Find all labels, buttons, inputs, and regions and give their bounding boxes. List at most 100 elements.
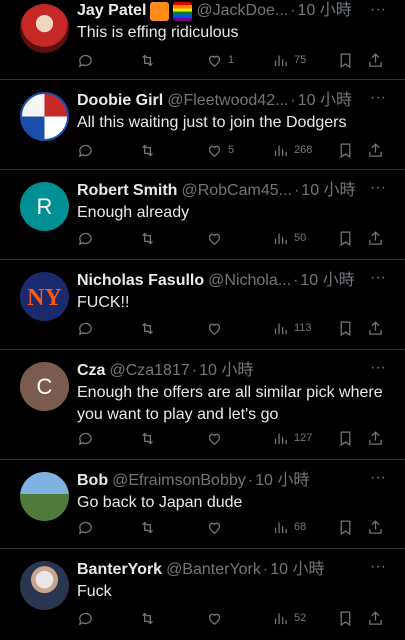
retweet-button[interactable] <box>139 318 156 338</box>
timestamp[interactable]: 10 小時 <box>270 559 324 581</box>
like-button[interactable] <box>206 228 228 248</box>
avatar[interactable] <box>20 561 69 610</box>
like-button[interactable] <box>206 517 228 537</box>
bookmark-button[interactable] <box>337 50 354 70</box>
tweet[interactable]: R Robert Smith @RobCam45... · 10 小時 ··· … <box>0 170 405 260</box>
timestamp[interactable]: 10 小時 <box>298 90 352 112</box>
display-name[interactable]: BanterYork <box>77 559 162 581</box>
timestamp[interactable]: 10 小時 <box>300 270 354 292</box>
bookmark-button[interactable] <box>337 428 354 448</box>
like-button[interactable] <box>206 608 228 628</box>
share-button[interactable] <box>367 428 384 448</box>
share-button[interactable] <box>367 228 384 248</box>
reply-button[interactable] <box>77 517 94 537</box>
bookmark-button[interactable] <box>337 228 354 248</box>
share-button[interactable] <box>367 318 384 338</box>
user-handle[interactable]: @JackDoe... <box>196 0 288 22</box>
avatar[interactable] <box>20 472 69 521</box>
view-count: 75 <box>294 54 307 66</box>
user-handle[interactable]: @BanterYork <box>166 559 261 581</box>
tweet-text: Enough already <box>77 204 190 221</box>
bookmark-button[interactable] <box>337 140 354 160</box>
share-button[interactable] <box>367 517 384 537</box>
tweet[interactable]: NY Nicholas Fasullo @Nichola... · 10 小時 … <box>0 260 405 350</box>
retweet-button[interactable] <box>139 428 156 448</box>
views-chart-icon <box>274 433 287 444</box>
tweet[interactable]: Doobie Girl @Fleetwood42... · 10 小時 ··· … <box>0 80 405 170</box>
retweet-icon <box>142 432 153 444</box>
more-options-icon[interactable]: ··· <box>369 559 387 581</box>
reply-button[interactable] <box>77 140 94 160</box>
bookmark-icon <box>340 320 351 336</box>
timestamp[interactable]: 10 小時 <box>298 0 352 22</box>
retweet-button[interactable] <box>139 228 156 248</box>
user-handle[interactable]: @Fleetwood42... <box>167 90 288 112</box>
reply-button[interactable] <box>77 50 94 70</box>
reply-button[interactable] <box>77 318 94 338</box>
bookmark-button[interactable] <box>337 318 354 338</box>
reply-button[interactable] <box>77 228 94 248</box>
user-handle[interactable]: @Nichola... <box>208 270 291 292</box>
heart-icon <box>208 145 221 157</box>
reply-button[interactable] <box>77 608 94 628</box>
share-icon <box>369 142 382 157</box>
views-button[interactable]: 52 <box>272 608 306 628</box>
more-options-icon[interactable]: ··· <box>369 360 387 382</box>
timestamp[interactable]: 10 小時 <box>301 180 355 202</box>
share-button[interactable] <box>367 608 384 628</box>
like-button[interactable]: 5 <box>206 140 234 160</box>
views-button[interactable]: 113 <box>272 318 312 338</box>
tweet[interactable]: BanterYork @BanterYork · 10 小時 ··· Fuck … <box>0 549 405 640</box>
user-handle[interactable]: @RobCam45... <box>181 180 292 202</box>
timestamp[interactable]: 10 小時 <box>255 470 309 492</box>
separator-dot: · <box>290 92 296 109</box>
avatar[interactable] <box>20 4 69 53</box>
avatar[interactable]: NY <box>20 272 69 321</box>
views-chart-icon <box>274 323 287 334</box>
like-button[interactable] <box>206 428 228 448</box>
like-button[interactable] <box>206 318 228 338</box>
like-button[interactable]: 1 <box>206 50 234 70</box>
bookmark-button[interactable] <box>337 608 354 628</box>
bookmark-icon <box>340 430 351 446</box>
view-count: 113 <box>294 322 312 334</box>
retweet-button[interactable] <box>139 50 156 70</box>
retweet-button[interactable] <box>139 140 156 160</box>
share-button[interactable] <box>367 50 384 70</box>
views-button[interactable]: 268 <box>272 140 312 160</box>
user-handle[interactable]: @EfraimsonBobby <box>112 470 246 492</box>
display-name[interactable]: Doobie Girl <box>77 90 163 112</box>
more-options-icon[interactable]: ··· <box>369 180 387 202</box>
more-options-icon[interactable]: ··· <box>369 470 387 492</box>
like-count: 5 <box>228 144 235 156</box>
more-options-icon[interactable]: ··· <box>369 2 387 24</box>
avatar[interactable]: R <box>20 182 69 231</box>
share-button[interactable] <box>367 140 384 160</box>
tweet[interactable]: Bob @EfraimsonBobby · 10 小時 ··· Go back … <box>0 460 405 549</box>
display-name[interactable]: Nicholas Fasullo <box>77 270 204 292</box>
separator-dot: · <box>247 472 254 489</box>
more-options-icon[interactable]: ··· <box>369 270 387 292</box>
retweet-button[interactable] <box>139 608 156 628</box>
user-handle[interactable]: @Cza1817 <box>109 360 189 382</box>
views-button[interactable]: 50 <box>272 228 306 248</box>
timestamp[interactable]: 10 小時 <box>199 360 253 382</box>
avatar[interactable]: C <box>20 362 69 411</box>
reply-button[interactable] <box>77 428 94 448</box>
tweet[interactable]: Jay Patel @JackDoe... · 10 小時 ··· This i… <box>0 0 405 80</box>
tweet-actions: 113 <box>77 318 385 338</box>
heart-icon <box>208 233 221 245</box>
display-name[interactable]: Jay Patel <box>77 0 146 22</box>
tweet[interactable]: C Cza @Cza1817 · 10 小時 ··· Enough the of… <box>0 350 405 460</box>
display-name[interactable]: Robert Smith <box>77 180 177 202</box>
tweet-text: Go back to Japan dude <box>77 494 243 511</box>
bookmark-button[interactable] <box>337 517 354 537</box>
display-name[interactable]: Bob <box>77 470 108 492</box>
views-button[interactable]: 68 <box>272 517 306 537</box>
display-name[interactable]: Cza <box>77 360 105 382</box>
views-button[interactable]: 75 <box>272 50 306 70</box>
retweet-button[interactable] <box>139 517 156 537</box>
more-options-icon[interactable]: ··· <box>369 90 387 112</box>
avatar[interactable] <box>20 92 69 141</box>
views-button[interactable]: 127 <box>272 428 312 448</box>
